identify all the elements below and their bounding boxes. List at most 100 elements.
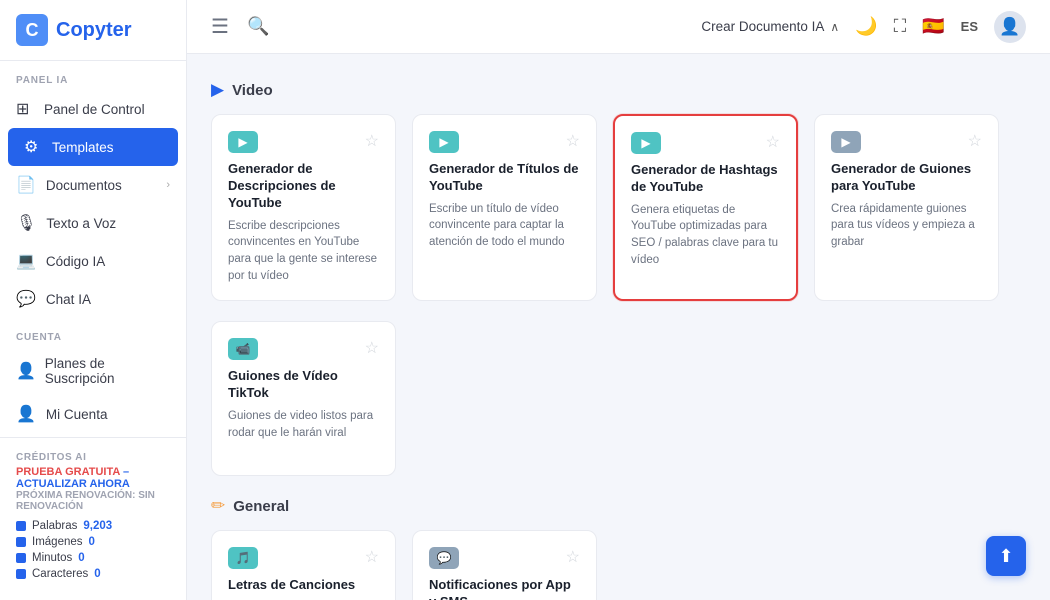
star-icon[interactable]: ☆ — [566, 547, 580, 567]
general-cards-row: 🎵 ☆ Letras de Canciones Generar una letr… — [211, 530, 1026, 600]
card-top: 📹 ☆ — [228, 338, 379, 360]
gear-icon: ⚙ — [24, 137, 42, 157]
credits-label-caracteres: Caracteres — [32, 568, 88, 580]
credits-label-minutos: Minutos — [32, 552, 72, 564]
credits-section: CRÉDITOS AI PRUEBA GRATUITA – ACTUALIZAR… — [0, 437, 186, 588]
sidebar-item-label: Planes de Suscripción — [45, 356, 170, 386]
dot-icon — [16, 569, 26, 579]
card-letras[interactable]: 🎵 ☆ Letras de Canciones Generar una letr… — [211, 530, 396, 600]
hamburger-icon[interactable]: ☰ — [211, 14, 229, 39]
sidebar-item-label: Código IA — [46, 254, 105, 269]
expand-icon[interactable]: ⛶ — [894, 16, 907, 37]
card-desc: Guiones de video listos para rodar que l… — [228, 408, 379, 441]
card-desc: Escribe descripciones convincentes en Yo… — [228, 218, 379, 285]
credits-row-palabras: Palabras 9,203 — [16, 518, 170, 534]
panel-ia-label: PANEL IA — [0, 61, 186, 90]
logo-icon: C — [16, 14, 48, 46]
credits-row-imagenes: Imágenes 0 — [16, 534, 170, 550]
card-title: Guiones de Vídeo TikTok — [228, 368, 379, 402]
card-badge-video: ▶ — [228, 131, 258, 153]
video-section-header: ▶ Video — [211, 80, 1026, 100]
credits-count-minutos: 0 — [78, 552, 84, 564]
avatar[interactable]: 👤 — [994, 11, 1026, 43]
sidebar-item-label: Templates — [52, 140, 114, 155]
card-desc: Genera etiquetas de YouTube optimizadas … — [631, 202, 780, 269]
star-icon[interactable]: ☆ — [968, 131, 982, 151]
moon-icon[interactable]: 🌙 — [855, 16, 877, 37]
card-hashtags-youtube[interactable]: ▶ ☆ Generador de Hashtags de YouTube Gen… — [613, 114, 798, 301]
sidebar-logo: C Copyter — [0, 0, 186, 61]
card-title: Letras de Canciones — [228, 577, 379, 594]
account-icon: 👤 — [16, 404, 36, 424]
pencil-icon: ✏ — [211, 496, 225, 516]
sidebar-item-templates[interactable]: ⚙ Templates — [8, 128, 178, 166]
mic-icon: 🎙 — [16, 213, 36, 233]
main-content: ☰ 🔍 Crear Documento IA ∧ 🌙 ⛶ 🇪🇸 ES 👤 ▶ V… — [187, 0, 1050, 600]
sidebar-item-label: Mi Cuenta — [46, 407, 108, 422]
subscription-icon: 👤 — [16, 361, 35, 381]
avatar-icon: 👤 — [999, 17, 1020, 37]
crear-documento-button[interactable]: Crear Documento IA ∧ — [701, 19, 839, 34]
credits-plan-value: PRUEBA GRATUITA – ACTUALIZAR AHORA — [16, 466, 170, 490]
card-top: ▶ ☆ — [228, 131, 379, 153]
credits-label: CRÉDITOS AI — [16, 452, 170, 463]
chevron-up-icon: ⬆ — [998, 546, 1013, 567]
scroll-to-top-button[interactable]: ⬆ — [986, 536, 1026, 576]
card-guiones-youtube[interactable]: ▶ ☆ Generador de Guiones para YouTube Cr… — [814, 114, 999, 301]
sidebar-item-mi-cuenta[interactable]: 👤 Mi Cuenta — [0, 395, 186, 433]
card-top: 💬 ☆ — [429, 547, 580, 569]
card-top: ▶ ☆ — [429, 131, 580, 153]
chat-icon: 💬 — [16, 289, 36, 309]
topbar: ☰ 🔍 Crear Documento IA ∧ 🌙 ⛶ 🇪🇸 ES 👤 — [187, 0, 1050, 54]
card-desc: Crea rápidamente guiones para tus vídeos… — [831, 201, 982, 251]
card-title: Notificaciones por App y SMS — [429, 577, 580, 600]
card-guiones-tiktok[interactable]: 📹 ☆ Guiones de Vídeo TikTok Guiones de v… — [211, 321, 396, 476]
video-section-title: Video — [232, 82, 273, 99]
sidebar-item-label: Panel de Control — [44, 102, 145, 117]
flag-icon[interactable]: 🇪🇸 — [922, 16, 944, 37]
credits-count-caracteres: 0 — [94, 568, 100, 580]
star-icon[interactable]: ☆ — [766, 132, 780, 152]
sidebar-item-chat-ia[interactable]: 💬 Chat IA — [0, 280, 186, 318]
language-label: ES — [961, 19, 978, 34]
card-badge-tiktok: 📹 — [228, 338, 258, 360]
logo-name: Copyter — [56, 19, 132, 42]
card-title: Generador de Guiones para YouTube — [831, 161, 982, 195]
card-titulos-youtube[interactable]: ▶ ☆ Generador de Títulos de YouTube Escr… — [412, 114, 597, 301]
sidebar-item-label: Chat IA — [46, 292, 91, 307]
search-icon[interactable]: 🔍 — [247, 16, 269, 37]
card-desc-youtube[interactable]: ▶ ☆ Generador de Descripciones de YouTub… — [211, 114, 396, 301]
star-icon[interactable]: ☆ — [365, 338, 379, 358]
credits-row-caracteres: Caracteres 0 — [16, 566, 170, 582]
credits-count-palabras: 9,203 — [83, 520, 112, 532]
star-icon[interactable]: ☆ — [365, 547, 379, 567]
video-second-row: 📹 ☆ Guiones de Vídeo TikTok Guiones de v… — [211, 321, 1026, 476]
card-notificaciones[interactable]: 💬 ☆ Notificaciones por App y SMS Mensaje… — [412, 530, 597, 600]
card-title: Generador de Hashtags de YouTube — [631, 162, 780, 196]
sidebar-item-planes[interactable]: 👤 Planes de Suscripción — [0, 347, 186, 395]
card-desc: Escribe un título de vídeo convincente p… — [429, 201, 580, 251]
topbar-left: ☰ 🔍 — [211, 14, 269, 39]
chevron-right-icon: › — [166, 179, 170, 191]
video-cards-row: ▶ ☆ Generador de Descripciones de YouTub… — [211, 114, 1026, 301]
credits-label-palabras: Palabras — [32, 520, 77, 532]
plan-free-text: PRUEBA GRATUITA — [16, 466, 120, 478]
card-title: Generador de Descripciones de YouTube — [228, 161, 379, 212]
card-title: Generador de Títulos de YouTube — [429, 161, 580, 195]
sidebar-item-documentos[interactable]: 📄 Documentos › — [0, 166, 186, 204]
star-icon[interactable]: ☆ — [365, 131, 379, 151]
content-area: ▶ Video ▶ ☆ Generador de Descripciones d… — [187, 54, 1050, 600]
grid-icon: ⊞ — [16, 99, 34, 119]
general-section-title: General — [233, 498, 289, 515]
video-section-icon: ▶ — [211, 80, 224, 100]
credits-renovation: PRÓXIMA RENOVACIÓN: SIN RENOVACIÓN — [16, 490, 170, 512]
card-top: ▶ ☆ — [631, 132, 780, 154]
code-icon: 💻 — [16, 251, 36, 271]
card-badge-music: 🎵 — [228, 547, 258, 569]
sidebar-item-panel-control[interactable]: ⊞ Panel de Control — [0, 90, 186, 128]
general-section-header: ✏ General — [211, 496, 1026, 516]
credits-row-minutos: Minutos 0 — [16, 550, 170, 566]
sidebar-item-codigo-ia[interactable]: 💻 Código IA — [0, 242, 186, 280]
star-icon[interactable]: ☆ — [566, 131, 580, 151]
sidebar-item-texto-a-voz[interactable]: 🎙 Texto a Voz — [0, 204, 186, 242]
